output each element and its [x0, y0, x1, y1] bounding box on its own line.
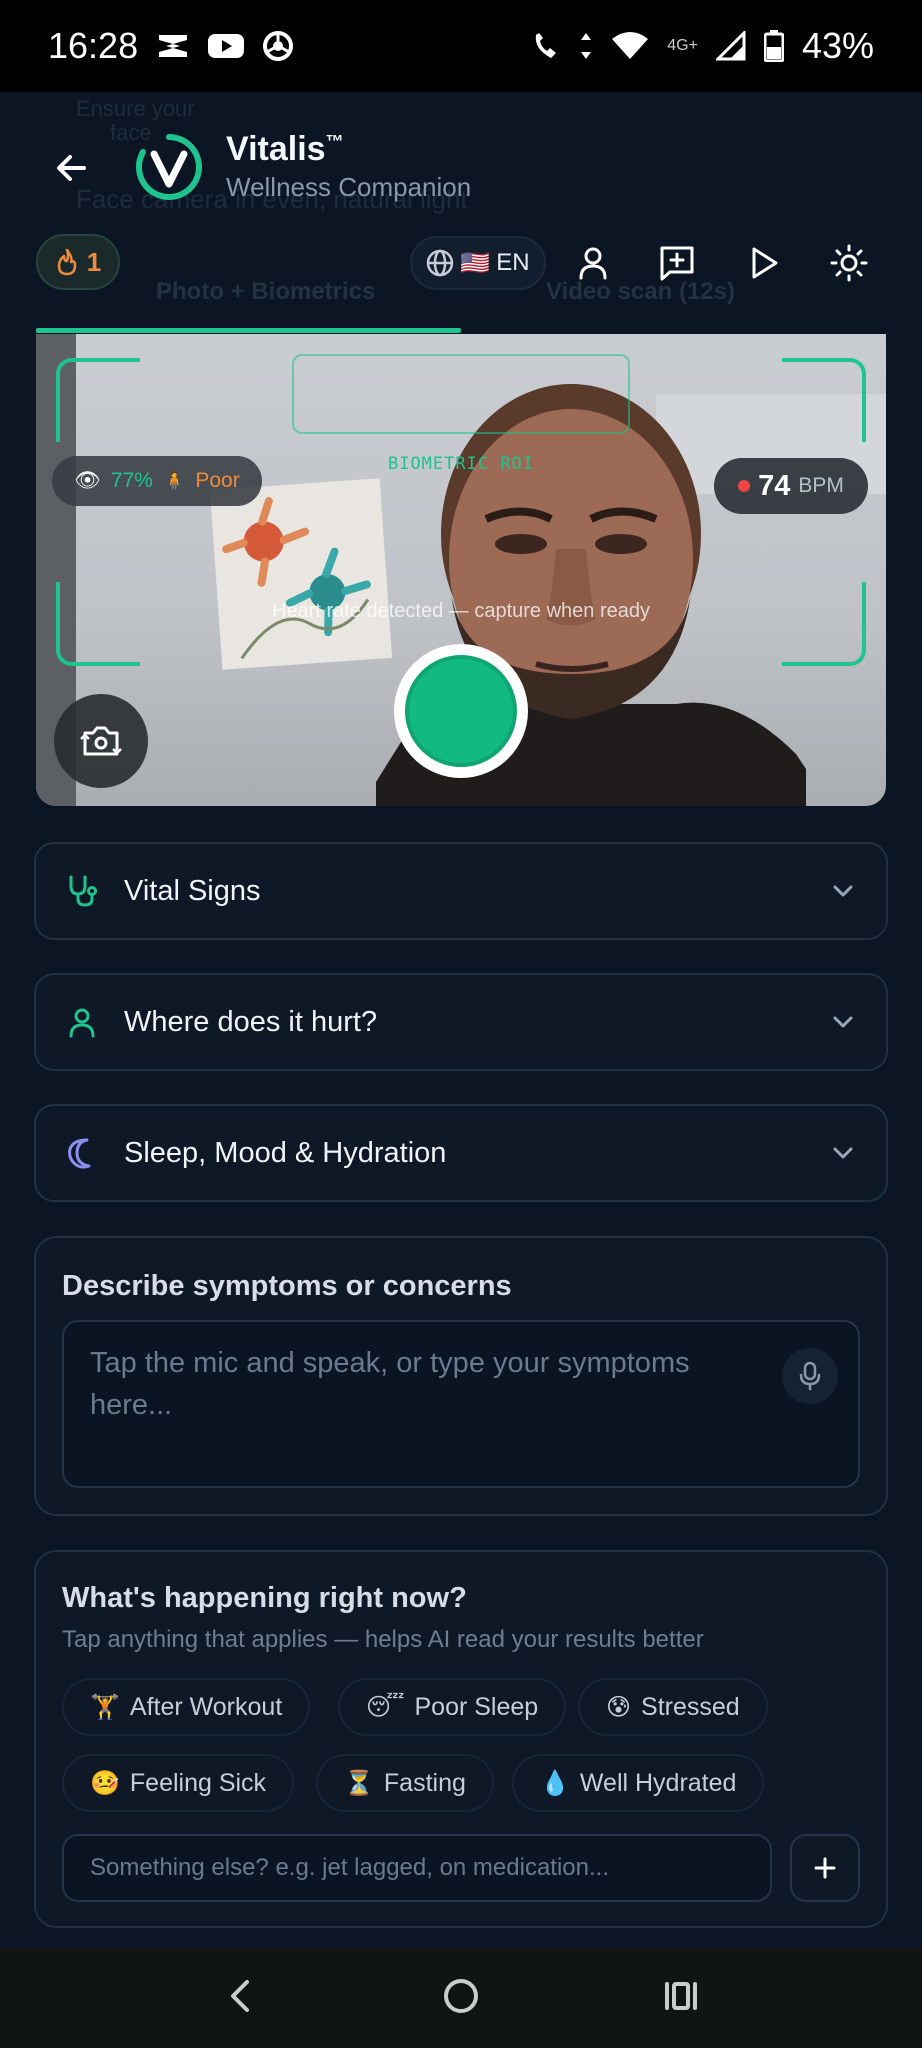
status-time: 16:28: [48, 25, 139, 66]
mic-button[interactable]: [782, 1348, 838, 1404]
chevron-down-icon: [833, 1147, 853, 1159]
wifi-icon: [611, 31, 649, 61]
pain-location-section[interactable]: Where does it hurt?: [34, 973, 888, 1071]
anxious-face-icon: 😰: [606, 1693, 632, 1721]
capture-button[interactable]: [394, 644, 528, 778]
sleep-mood-section[interactable]: Sleep, Mood & Hydration: [34, 1104, 888, 1202]
context-subtitle: Tap anything that applies — helps AI rea…: [62, 1626, 704, 1653]
bpm-unit: BPM: [798, 474, 844, 497]
face-quality-pill: 👁 77% 🧍 Poor: [52, 456, 262, 506]
vital-signs-section[interactable]: Vital Signs: [34, 842, 888, 940]
vital-signs-label: Vital Signs: [124, 874, 261, 907]
context-card: What's happening right now? Tap anything…: [34, 1550, 888, 1928]
sick-face-icon: 🤒: [90, 1769, 120, 1797]
plus-icon: [814, 1857, 836, 1879]
droplet-icon: 💧: [540, 1769, 570, 1797]
chip-fasting[interactable]: ⏳ Fasting: [316, 1754, 494, 1812]
dumbbell-icon: 🏋️: [90, 1693, 120, 1721]
live-dot-icon: [738, 480, 751, 492]
capture-button-core: [405, 655, 517, 767]
frame-corner-br: [782, 582, 866, 666]
other-context-input[interactable]: Something else? e.g. jet lagged, on medi…: [62, 1834, 772, 1902]
app-title: Vitalis™: [226, 130, 344, 168]
chip-label: Poor Sleep: [414, 1692, 539, 1721]
chip-feeling-sick[interactable]: 🤒 Feeling Sick: [62, 1754, 295, 1812]
lighting-status: Poor: [195, 469, 240, 492]
symptoms-card: Describe symptoms or concerns Tap the mi…: [34, 1236, 888, 1516]
scan-mode-tabs: Photo + Biometrics Video scan (12s): [36, 270, 886, 334]
signal-icon: [715, 31, 746, 61]
frame-corner-tr: [782, 358, 866, 442]
data-arrows-icon: [579, 31, 593, 61]
nav-recents-icon: [665, 1981, 697, 2010]
trademark: ™: [325, 131, 344, 152]
chip-label: Fasting: [383, 1768, 466, 1797]
context-title: What's happening right now?: [62, 1582, 467, 1614]
moon-icon: [64, 1135, 100, 1171]
chip-after-workout[interactable]: 🏋️ After Workout: [62, 1678, 311, 1736]
network-type: 4G+: [667, 37, 698, 54]
flip-camera-button[interactable]: [54, 694, 148, 788]
app-subtitle: Wellness Companion: [226, 172, 472, 202]
status-bar: 16:28 4G+ 43%: [0, 0, 922, 92]
symptoms-input[interactable]: Tap the mic and speak, or type your symp…: [62, 1320, 860, 1488]
back-button[interactable]: [52, 148, 92, 188]
chevron-down-icon: [833, 885, 853, 897]
biometric-roi-box: [292, 354, 630, 434]
chip-well-hydrated[interactable]: 💧 Well Hydrated: [512, 1754, 765, 1812]
ghost-hint-1: Ensure your: [76, 96, 195, 121]
chip-label: Stressed: [641, 1692, 740, 1721]
eye-icon: 👁: [74, 469, 101, 492]
chevron-down-icon: [833, 1016, 853, 1028]
vitalis-logo: [134, 132, 204, 202]
chip-label: After Workout: [129, 1692, 283, 1721]
pain-location-label: Where does it hurt?: [124, 1005, 378, 1038]
capture-hint: Heart rate detected — capture when ready: [272, 600, 650, 622]
chip-label: Feeling Sick: [129, 1768, 267, 1797]
battery-level: 43%: [801, 25, 874, 66]
camera-preview: BIOMETRIC ROI 👁 77% 🧍 Poor 74 BPM Heart …: [36, 334, 886, 806]
microphone-icon: [799, 1361, 821, 1391]
chrome-icon: [262, 30, 294, 62]
hourglass-icon: ⏳: [344, 1769, 374, 1797]
tab-progress-bar: [36, 328, 461, 333]
person-icon: 🧍: [162, 470, 186, 491]
add-context-button[interactable]: [790, 1834, 860, 1902]
sleep-mood-label: Sleep, Mood & Hydration: [124, 1136, 447, 1169]
chip-label: Well Hydrated: [579, 1768, 737, 1797]
battery-icon: [763, 30, 784, 62]
tab-video-scan[interactable]: Video scan (12s): [546, 278, 735, 306]
frame-corner-bl: [56, 582, 140, 666]
capcut-icon: [156, 31, 190, 61]
nav-back-button[interactable]: [221, 1976, 261, 2021]
stethoscope-icon: [64, 873, 100, 909]
nav-recents-button[interactable]: [661, 1976, 701, 2021]
other-context-placeholder: Something else? e.g. jet lagged, on medi…: [90, 1854, 609, 1881]
sleepy-face-icon: 😴: [366, 1693, 405, 1721]
face-quality-value: 77%: [110, 469, 153, 492]
wall-painting: [209, 478, 393, 670]
symptoms-placeholder: Tap the mic and speak, or type your symp…: [90, 1347, 690, 1421]
camera-switch-icon: [80, 726, 122, 756]
nav-home-button[interactable]: [441, 1976, 481, 2021]
chip-stressed[interactable]: 😰 Stressed: [578, 1678, 768, 1736]
symptoms-title: Describe symptoms or concerns: [62, 1270, 512, 1302]
chip-poor-sleep[interactable]: 😴 Poor Sleep: [338, 1678, 567, 1736]
heart-rate-pill: 74 BPM: [714, 458, 868, 514]
arrow-left-icon: [57, 155, 86, 181]
person-icon: [64, 1004, 100, 1040]
nav-home-icon: [444, 1978, 478, 2013]
system-nav-bar: [0, 1948, 922, 2048]
bpm-value: 74: [758, 469, 791, 502]
frame-corner-tl: [56, 358, 140, 442]
nav-back-icon: [231, 1979, 249, 2012]
tab-photo-biometrics[interactable]: Photo + Biometrics: [156, 278, 375, 306]
youtube-icon: [208, 32, 245, 60]
wifi-call-icon: [531, 31, 561, 61]
